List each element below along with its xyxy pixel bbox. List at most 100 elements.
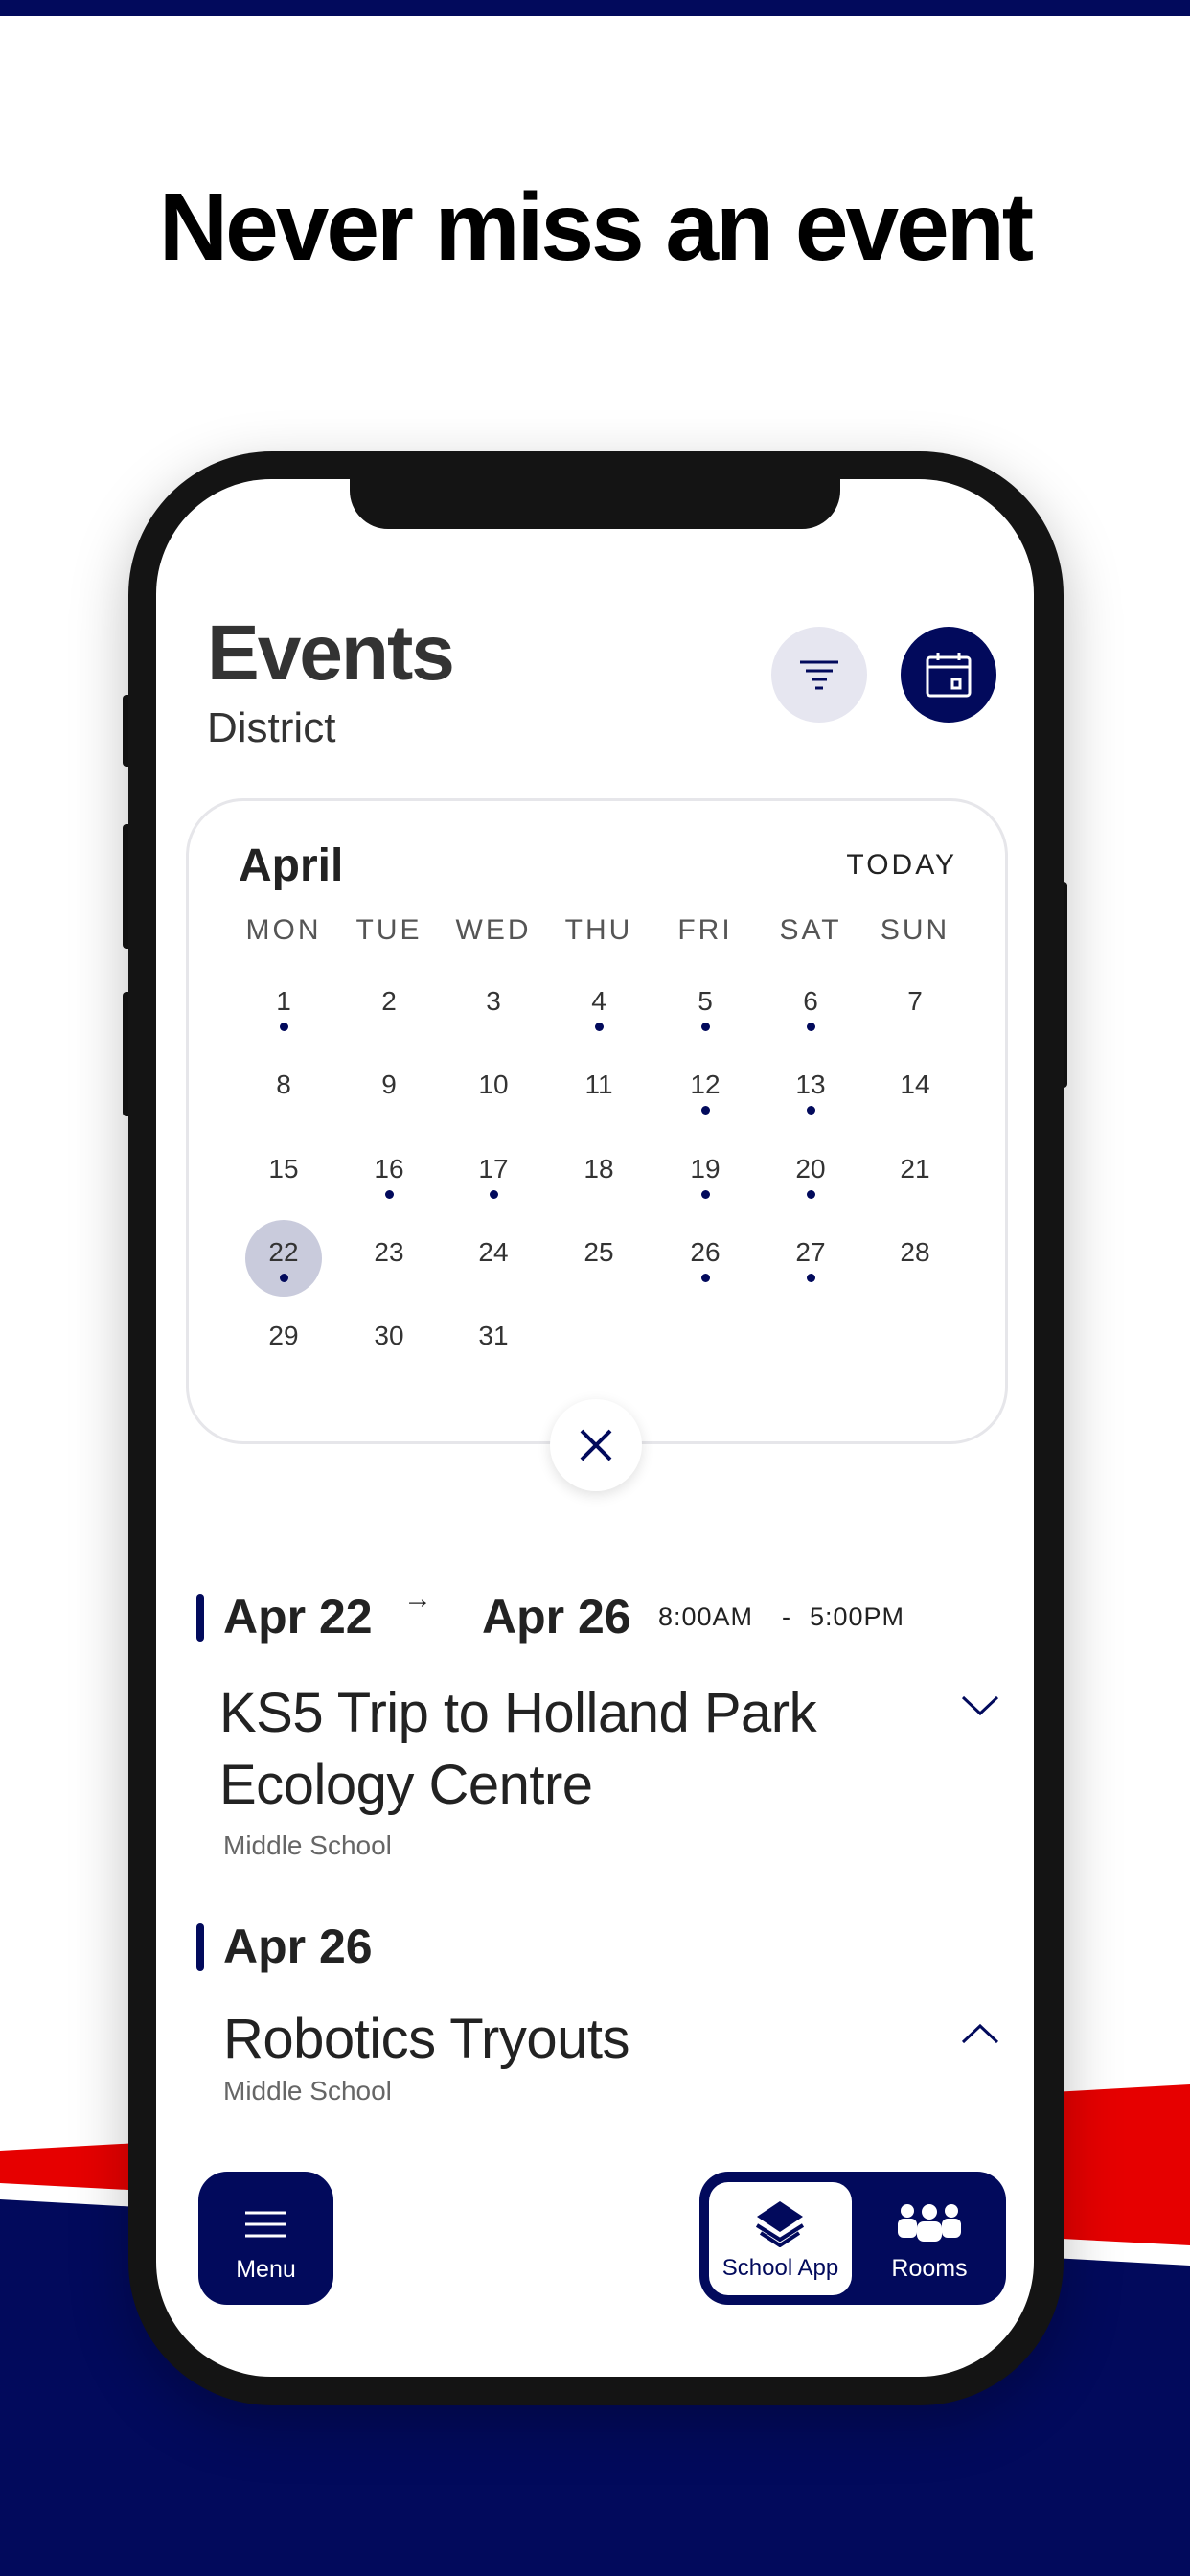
chevron-down-icon[interactable] bbox=[961, 1694, 999, 1717]
event-school: Middle School bbox=[223, 2076, 392, 2105]
day-number: 29 bbox=[268, 1321, 299, 1350]
calendar-day[interactable]: 20 bbox=[772, 1137, 849, 1213]
menu-button[interactable]: Menu bbox=[198, 2172, 333, 2305]
day-number: 2 bbox=[381, 986, 397, 1016]
school-app-tab[interactable]: School App bbox=[709, 2182, 852, 2295]
weekday-header: WED bbox=[455, 914, 532, 946]
calendar-day[interactable]: 31 bbox=[455, 1303, 532, 1380]
day-number: 8 bbox=[276, 1070, 291, 1099]
today-button[interactable]: TODAY bbox=[846, 849, 957, 882]
calendar-day[interactable]: 16 bbox=[351, 1137, 427, 1213]
notch bbox=[350, 479, 840, 529]
day-number: 31 bbox=[478, 1321, 509, 1350]
calendar-day[interactable]: 9 bbox=[351, 1052, 427, 1129]
event-dot bbox=[807, 1190, 815, 1199]
calendar-day[interactable]: 23 bbox=[351, 1220, 427, 1297]
calendar-day[interactable]: 27 bbox=[772, 1220, 849, 1297]
calendar-day[interactable]: 6 bbox=[772, 969, 849, 1046]
day-number: 4 bbox=[591, 986, 606, 1016]
day-number: 26 bbox=[690, 1237, 721, 1267]
event-time-separator: - bbox=[782, 1602, 791, 1631]
calendar-day[interactable]: 1 bbox=[245, 969, 322, 1046]
calendar-day[interactable]: 26 bbox=[667, 1220, 744, 1297]
weekday-header: MON bbox=[245, 914, 322, 946]
event-dot bbox=[280, 1023, 288, 1031]
weekday-header: SUN bbox=[880, 914, 950, 946]
event-time-end: 5:00PM bbox=[810, 1602, 905, 1631]
event-time-start: 8:00AM bbox=[658, 1602, 754, 1631]
app-switcher: School App Rooms bbox=[699, 2172, 1006, 2305]
calendar-day[interactable]: 30 bbox=[351, 1303, 427, 1380]
calendar-day[interactable]: 19 bbox=[667, 1137, 744, 1213]
calendar-day[interactable]: 21 bbox=[877, 1137, 953, 1213]
calendar-day[interactable]: 24 bbox=[455, 1220, 532, 1297]
day-number: 12 bbox=[690, 1070, 721, 1099]
day-number: 25 bbox=[584, 1237, 614, 1267]
layers-icon bbox=[755, 2201, 805, 2247]
event-dot bbox=[280, 1274, 288, 1282]
day-number: 28 bbox=[900, 1237, 930, 1267]
calendar-day[interactable]: 12 bbox=[667, 1052, 744, 1129]
event-dot bbox=[595, 1023, 604, 1031]
calendar-day[interactable]: 2 bbox=[351, 969, 427, 1046]
event-title-line: KS5 Trip to Holland Park bbox=[219, 1682, 817, 1744]
chevron-up-icon[interactable] bbox=[961, 2022, 999, 2045]
event-dot bbox=[701, 1274, 710, 1282]
day-number: 7 bbox=[907, 986, 923, 1016]
day-number: 9 bbox=[381, 1070, 397, 1099]
calendar-card: April TODAY MON TUE WED THU FRI SAT SUN 1 2 3 4 5 6 7… bbox=[186, 798, 1008, 1444]
weekday-header: THU bbox=[564, 914, 633, 946]
calendar-day[interactable]: 4 bbox=[561, 969, 637, 1046]
menu-icon bbox=[245, 2211, 286, 2238]
day-number: 23 bbox=[374, 1237, 404, 1267]
calendar-day[interactable]: 7 bbox=[877, 969, 953, 1046]
calendar-day[interactable]: 17 bbox=[455, 1137, 532, 1213]
calendar-day[interactable]: 18 bbox=[561, 1137, 637, 1213]
calendar-day[interactable]: 5 bbox=[667, 969, 744, 1046]
calendar-day[interactable]: 14 bbox=[877, 1052, 953, 1129]
calendar-day[interactable]: 25 bbox=[561, 1220, 637, 1297]
day-number: 20 bbox=[795, 1154, 826, 1184]
close-icon bbox=[580, 1429, 612, 1461]
calendar-day[interactable]: 15 bbox=[245, 1137, 322, 1213]
calendar-day[interactable]: 3 bbox=[455, 969, 532, 1046]
filter-icon bbox=[800, 660, 838, 690]
day-number: 10 bbox=[478, 1070, 509, 1099]
calendar-day[interactable]: 11 bbox=[561, 1052, 637, 1129]
event-title: Robotics Tryouts bbox=[223, 2008, 629, 2070]
close-calendar-button[interactable] bbox=[550, 1399, 642, 1491]
event-school: Middle School bbox=[223, 1830, 392, 1860]
calendar-day[interactable]: 13 bbox=[772, 1052, 849, 1129]
menu-label: Menu bbox=[236, 2256, 296, 2283]
event-dot bbox=[385, 1190, 394, 1199]
rooms-tab[interactable]: Rooms bbox=[862, 2182, 996, 2295]
event-title-line: Ecology Centre bbox=[219, 1754, 593, 1816]
day-number: 6 bbox=[803, 986, 818, 1016]
calendar-day[interactable]: 22 bbox=[245, 1220, 322, 1297]
event-start-date: Apr 22 bbox=[223, 1590, 373, 1644]
day-number: 5 bbox=[698, 986, 713, 1016]
event-dot bbox=[701, 1190, 710, 1199]
calendar-day[interactable]: 28 bbox=[877, 1220, 953, 1297]
event-dot bbox=[701, 1023, 710, 1031]
day-number: 1 bbox=[276, 986, 291, 1016]
event-dot bbox=[807, 1023, 815, 1031]
day-number: 16 bbox=[374, 1154, 404, 1184]
calendar-month: April bbox=[239, 840, 344, 891]
day-number: 21 bbox=[900, 1154, 930, 1184]
day-number: 19 bbox=[690, 1154, 721, 1184]
calendar-day[interactable]: 10 bbox=[455, 1052, 532, 1129]
calendar-button[interactable] bbox=[901, 627, 996, 723]
event-dot bbox=[701, 1106, 710, 1115]
calendar-day[interactable]: 29 bbox=[245, 1303, 322, 1380]
day-number: 27 bbox=[795, 1237, 826, 1267]
day-number: 17 bbox=[478, 1154, 509, 1184]
event-start-date: Apr 26 bbox=[223, 1920, 373, 1973]
weekday-header: SAT bbox=[779, 914, 842, 946]
event-end-date: Apr 26 bbox=[482, 1590, 631, 1644]
filter-button[interactable] bbox=[771, 627, 867, 723]
event-date-marker bbox=[196, 1594, 204, 1642]
calendar-day[interactable]: 8 bbox=[245, 1052, 322, 1129]
event-dot bbox=[807, 1106, 815, 1115]
rooms-label: Rooms bbox=[891, 2255, 968, 2282]
